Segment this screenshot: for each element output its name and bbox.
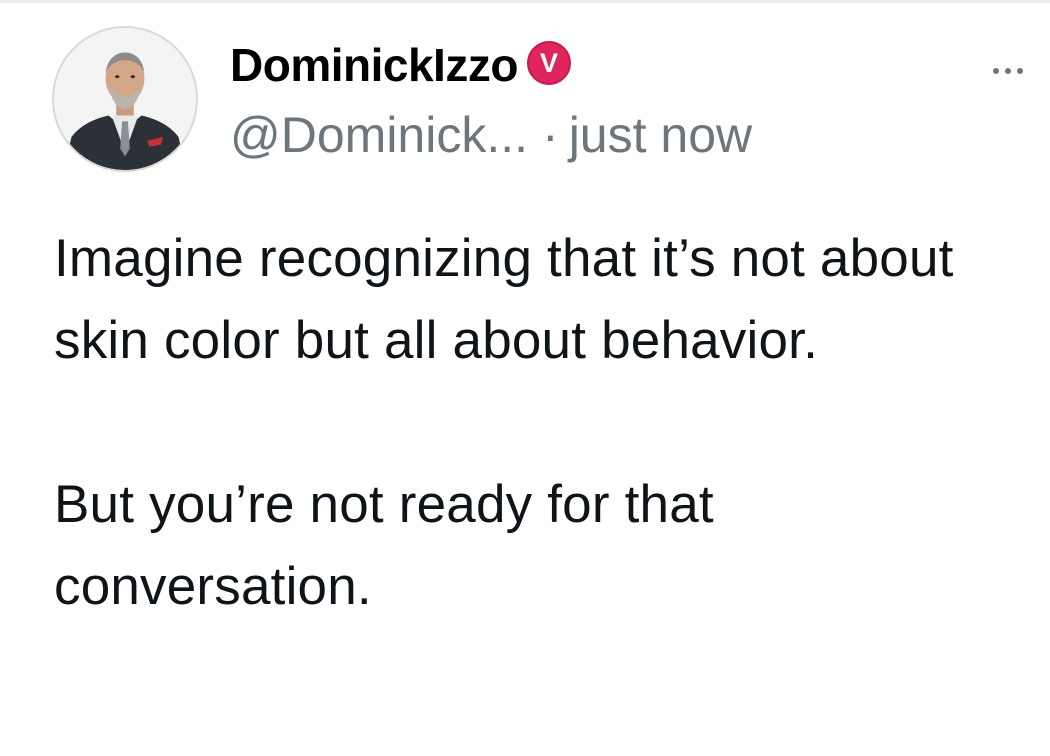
more-horizontal-icon — [993, 68, 999, 74]
verified-badge-letter: V — [540, 48, 558, 78]
post-body: Imagine recognizing that it’s not about … — [54, 218, 1014, 628]
more-horizontal-icon — [1005, 68, 1011, 74]
more-horizontal-icon — [1017, 68, 1023, 74]
author-meta-row: @Dominick... · just now — [230, 110, 930, 160]
author-name-row: DominickIzzo V — [230, 34, 930, 96]
verified-v-badge-icon: V — [526, 41, 571, 85]
post-timestamp[interactable]: just now — [569, 107, 752, 163]
more-options-button[interactable] — [984, 56, 1032, 86]
top-divider — [0, 0, 1050, 3]
author-avatar[interactable] — [52, 26, 198, 172]
author-handle[interactable]: @Dominick... — [230, 107, 528, 163]
post-paragraph: Imagine recognizing that it’s not about … — [54, 229, 954, 370]
post-paragraph: But you’re not ready for that conversati… — [54, 475, 714, 616]
post-card: DominickIzzo V @Dominick... · just now Ima… — [0, 0, 1050, 756]
author-display-name[interactable]: DominickIzzo — [230, 42, 518, 88]
avatar-photo-icon — [54, 28, 196, 170]
meta-separator: · — [542, 107, 559, 163]
post-header: DominickIzzo V @Dominick... · just now — [230, 34, 930, 184]
